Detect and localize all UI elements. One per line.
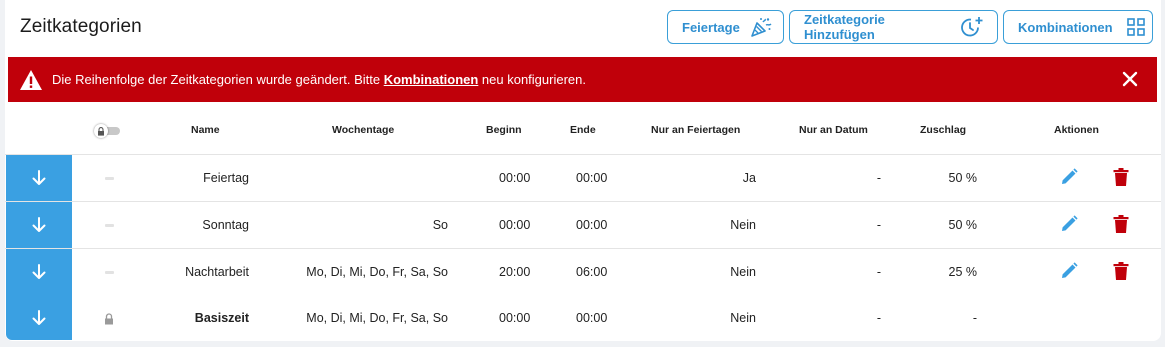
cell-weekdays: Mo, Di, Mi, Do, Fr, Sa, So: [306, 265, 448, 279]
lock-icon: [94, 124, 108, 138]
grid-icon: [1126, 18, 1145, 36]
add-time-category-button-label: Zeitkategorie Hinzufügen: [804, 12, 885, 42]
header-date-only: Nur an Datum: [799, 124, 868, 136]
table-row: Sonntag So 00:00 00:00 Nein - 50 %: [5, 201, 1161, 248]
arrow-down-icon[interactable]: [6, 202, 72, 248]
header-surcharge: Zuschlag: [920, 124, 967, 136]
holidays-button[interactable]: Feiertage: [667, 10, 784, 44]
clock-plus-icon: [961, 15, 985, 39]
close-icon[interactable]: [1121, 70, 1139, 88]
header-actions: Aktionen: [1054, 124, 1099, 136]
cell-holidays-only: Nein: [730, 265, 756, 279]
trash-icon[interactable]: [1112, 214, 1130, 234]
cell-weekdays: Mo, Di, Mi, Do, Fr, Sa, So: [306, 311, 448, 325]
header-end: Ende: [570, 124, 596, 136]
pencil-icon[interactable]: [1059, 261, 1079, 281]
cell-start: 20:00: [499, 265, 531, 279]
cell-end: 00:00: [576, 218, 608, 232]
unlocked-indicator: [105, 224, 114, 227]
holidays-button-label: Feiertage: [682, 19, 740, 35]
warning-icon: [19, 69, 43, 91]
alert-combinations-link[interactable]: Kombinationen: [384, 72, 479, 87]
page-title: Zeitkategorien: [20, 16, 142, 37]
cell-holidays-only: Nein: [730, 311, 756, 325]
add-time-category-button[interactable]: Zeitkategorie Hinzufügen: [789, 10, 998, 44]
arrow-down-icon[interactable]: [6, 155, 72, 201]
alert-text-before: Die Reihenfolge der Zeitkategorien wurde…: [52, 72, 384, 87]
cell-date-only: -: [876, 218, 881, 232]
pencil-icon[interactable]: [1059, 167, 1079, 187]
header-holidays-only: Nur an Feiertagen: [651, 124, 741, 136]
trash-icon[interactable]: [1112, 261, 1130, 281]
unlocked-indicator: [105, 177, 114, 180]
cell-name: Nachtarbeit: [185, 265, 249, 279]
lock-icon: [104, 312, 114, 330]
header-name: Name: [191, 124, 220, 136]
header-start: Beginn: [486, 124, 522, 136]
cell-end: 06:00: [576, 265, 608, 279]
unlocked-indicator: [105, 271, 114, 274]
arrow-down-icon[interactable]: [6, 295, 72, 340]
party-popper-icon: [750, 16, 772, 38]
cell-end: 00:00: [576, 311, 608, 325]
trash-icon[interactable]: [1112, 167, 1130, 187]
cell-weekdays: So: [432, 218, 448, 232]
cell-start: 00:00: [499, 171, 531, 185]
cell-surcharge: 50 %: [948, 171, 978, 185]
table-row: Basiszeit Mo, Di, Mi, Do, Fr, Sa, So 00:…: [5, 295, 1161, 341]
combinations-button[interactable]: Kombinationen: [1003, 10, 1153, 44]
cell-name: Basiszeit: [194, 311, 249, 325]
cell-surcharge: 25 %: [948, 265, 978, 279]
cell-start: 00:00: [499, 218, 531, 232]
cell-surcharge: 50 %: [948, 218, 978, 232]
cell-name: Sonntag: [202, 218, 249, 232]
alert-text-after: neu konfigurieren.: [478, 72, 586, 87]
lock-toggle[interactable]: [94, 124, 124, 138]
cell-surcharge: -: [972, 311, 977, 325]
arrow-down-icon[interactable]: [6, 249, 72, 295]
cell-date-only: -: [876, 311, 881, 325]
cell-end: 00:00: [576, 171, 608, 185]
cell-start: 00:00: [499, 311, 531, 325]
combinations-button-label: Kombinationen: [1018, 19, 1113, 35]
alert-text: Die Reihenfolge der Zeitkategorien wurde…: [52, 72, 586, 87]
header-weekdays: Wochentage: [332, 124, 395, 136]
cell-holidays-only: Nein: [730, 218, 756, 232]
cell-date-only: -: [876, 171, 881, 185]
cell-date-only: -: [876, 265, 881, 279]
cell-holidays-only: Ja: [742, 171, 756, 185]
cell-name: Feiertag: [203, 171, 249, 185]
reorder-alert: Die Reihenfolge der Zeitkategorien wurde…: [8, 57, 1157, 102]
pencil-icon[interactable]: [1059, 214, 1079, 234]
table-row: Feiertag 00:00 00:00 Ja - 50 %: [5, 154, 1161, 201]
table-row: Nachtarbeit Mo, Di, Mi, Do, Fr, Sa, So 2…: [5, 248, 1161, 295]
